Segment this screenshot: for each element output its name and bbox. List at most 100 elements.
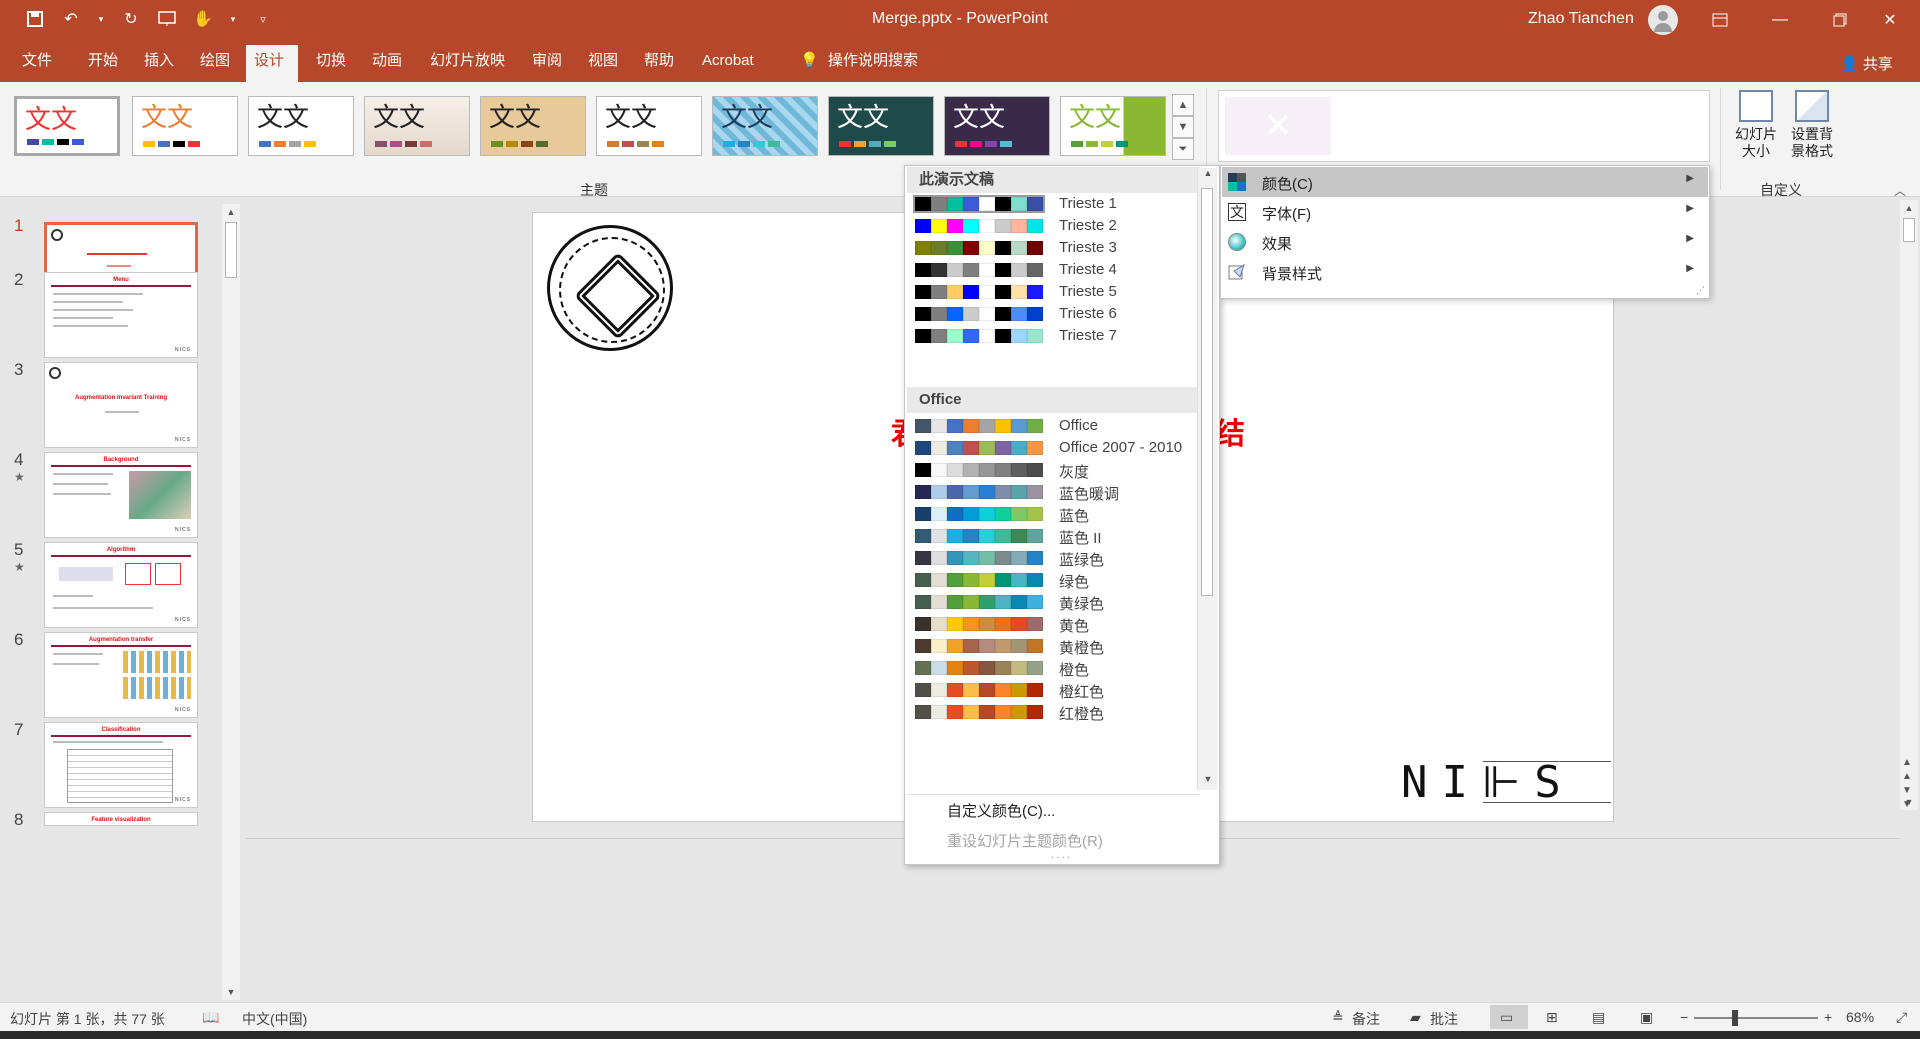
menu-item-effects[interactable]: 效果 ▶ [1222,227,1708,257]
slide-thumb-5[interactable]: Algorithm NICS [44,542,198,628]
scroll-up-icon[interactable]: ▲ [1900,200,1918,216]
tell-me-search[interactable]: 操作说明搜索 [820,48,926,82]
color-scheme-row[interactable]: 灰度 [907,459,1200,481]
gallery-more-icon[interactable]: ⏷ [1172,138,1194,160]
minimize-icon[interactable]: — [1750,0,1810,40]
scrollbar-thumb[interactable] [225,222,237,278]
slide-nav-arrows[interactable]: ▲ ▲ ▼ ▼ [1902,756,1912,812]
slide-sorter-icon[interactable]: ⊞ [1546,1009,1558,1026]
slide-scrollbar[interactable]: ▲ ▼ [1900,200,1918,810]
tab-acrobat[interactable]: Acrobat [694,48,762,82]
tab-draw[interactable]: 绘图 [192,48,238,82]
close-icon[interactable]: ✕ [1860,0,1920,40]
theme-thumb-retro[interactable]: 文文 [596,96,702,156]
theme-thumb-current[interactable]: 文文 [14,96,120,156]
color-scheme-row[interactable]: Office 2007 - 2010 [907,437,1200,459]
save-icon[interactable] [24,8,46,30]
menu-item-colors[interactable]: 颜色(C) ▶ [1222,167,1708,197]
tab-help[interactable]: 帮助 [636,48,682,82]
color-scheme-row[interactable]: 绿色 [907,569,1200,591]
color-scheme-row[interactable]: 橙红色 [907,679,1200,701]
theme-thumb-green[interactable]: 文文 [1060,96,1166,156]
slide-size-button[interactable]: 幻灯片 大小 [1730,90,1782,160]
slide-thumb-4[interactable]: Background NICS [44,452,198,538]
scroll-up-icon[interactable]: ▲ [1200,168,1216,184]
tab-transitions[interactable]: 切换 [308,48,354,82]
zoom-slider[interactable] [1694,1017,1818,1019]
color-scheme-row[interactable]: Trieste 3 [907,237,1200,259]
collapse-ribbon-icon[interactable]: ︿ [1894,182,1906,199]
theme-thumb-teal[interactable]: 文文 [828,96,934,156]
color-scheme-row[interactable]: 蓝色 II [907,525,1200,547]
scroll-down-icon[interactable]: ▼ [1200,774,1216,790]
tab-insert[interactable]: 插入 [136,48,182,82]
color-scheme-row[interactable]: Trieste 4 [907,259,1200,281]
tab-home[interactable]: 开始 [80,48,126,82]
color-scheme-row[interactable]: Office [907,415,1200,437]
thumbnails-scrollbar[interactable]: ▲ ▼ [222,204,240,1000]
theme-thumb-office2[interactable]: 文文 [248,96,354,156]
color-scheme-row[interactable]: Trieste 2 [907,215,1200,237]
chevron-down-icon[interactable]: ▾ [228,8,238,30]
spellcheck-icon[interactable]: 📖 [202,1009,219,1026]
resize-grip-icon[interactable]: ⋰ [1696,285,1705,296]
theme-thumb-office[interactable]: 文文 [132,96,238,156]
zoom-slider-handle[interactable] [1732,1010,1738,1026]
zoom-out-icon[interactable]: − [1680,1009,1688,1025]
menu-item-fonts[interactable]: 文 字体(F) ▶ [1222,197,1708,227]
slide-counter[interactable]: 幻灯片 第 1 张，共 77 张 [10,1009,165,1029]
resize-grip-icon[interactable]: ···· [1051,852,1072,863]
tab-file[interactable]: 文件 [14,48,60,82]
theme-thumb-gallery[interactable]: 文文 [364,96,470,156]
scroll-down-icon[interactable]: ▼ [222,984,240,1000]
theme-thumb-wood[interactable]: 文文 [480,96,586,156]
gallery-down-icon[interactable]: ▼ [1172,116,1194,138]
comments-button[interactable]: 批注 [1430,1009,1458,1029]
scroll-up-icon[interactable]: ▲ [222,204,240,220]
redo-icon[interactable]: ↻ [120,8,142,30]
color-scheme-row[interactable]: Trieste 1 [907,193,1200,215]
slide-thumb-7[interactable]: Classification NICS [44,722,198,808]
slide-thumb-6[interactable]: Augmentation transfer NICS [44,632,198,718]
share-button[interactable]: 👤 共享 [1840,53,1893,74]
fit-slide-icon[interactable]: ⤢ [1896,1009,1907,1026]
gallery-up-icon[interactable]: ▲ [1172,94,1194,116]
tab-view[interactable]: 视图 [580,48,626,82]
menu-item-background-styles[interactable]: 背景样式 ▶ [1222,257,1708,287]
chevron-down-icon[interactable]: ▾ [96,8,106,30]
slide-thumb-3[interactable]: Augmentation Invariant Training NICS [44,362,198,448]
zoom-level[interactable]: 68% [1846,1009,1874,1025]
color-scheme-row[interactable]: 蓝色暖调 [907,481,1200,503]
color-scheme-row[interactable]: 红橙色 [907,701,1200,723]
color-scheme-row[interactable]: Trieste 5 [907,281,1200,303]
variant-thumb[interactable]: ✕ [1225,97,1331,155]
language-indicator[interactable]: 中文(中国) [242,1009,307,1029]
tab-slideshow[interactable]: 幻灯片放映 [422,48,513,82]
tab-design[interactable]: 设计 [246,45,298,82]
color-scheme-row[interactable]: 黄绿色 [907,591,1200,613]
scrollbar-thumb[interactable] [1201,188,1213,596]
colors-scrollbar[interactable]: ▲ ▼ [1197,168,1217,790]
color-scheme-row[interactable]: 橙色 [907,657,1200,679]
color-scheme-row[interactable]: 黄色 [907,613,1200,635]
undo-icon[interactable]: ↶ [60,8,82,30]
touch-mode-icon[interactable]: ✋ [192,8,214,30]
color-scheme-row[interactable]: Trieste 7 [907,325,1200,347]
slideshow-icon[interactable]: ▣ [1640,1009,1653,1026]
theme-thumb-purple[interactable]: 文文 [944,96,1050,156]
from-beginning-icon[interactable] [156,8,178,30]
scrollbar-thumb[interactable] [1903,218,1915,242]
reading-view-icon[interactable]: ▤ [1592,1009,1605,1026]
zoom-in-icon[interactable]: + [1824,1009,1832,1025]
color-scheme-row[interactable]: 蓝绿色 [907,547,1200,569]
tab-animations[interactable]: 动画 [364,48,410,82]
customize-qat-icon[interactable]: ▿ [252,8,274,30]
color-scheme-row[interactable]: 蓝色 [907,503,1200,525]
slide-thumb-8[interactable]: Feature visualization [44,812,198,826]
format-background-button[interactable]: 设置背 景格式 [1786,90,1838,160]
custom-colors-item[interactable]: 自定义颜色(C)... [947,800,1055,821]
color-scheme-row[interactable]: Trieste 6 [907,303,1200,325]
ribbon-display-options-icon[interactable] [1690,0,1750,40]
tab-review[interactable]: 审阅 [524,48,570,82]
theme-thumb-pattern[interactable]: 文文 [712,96,818,156]
